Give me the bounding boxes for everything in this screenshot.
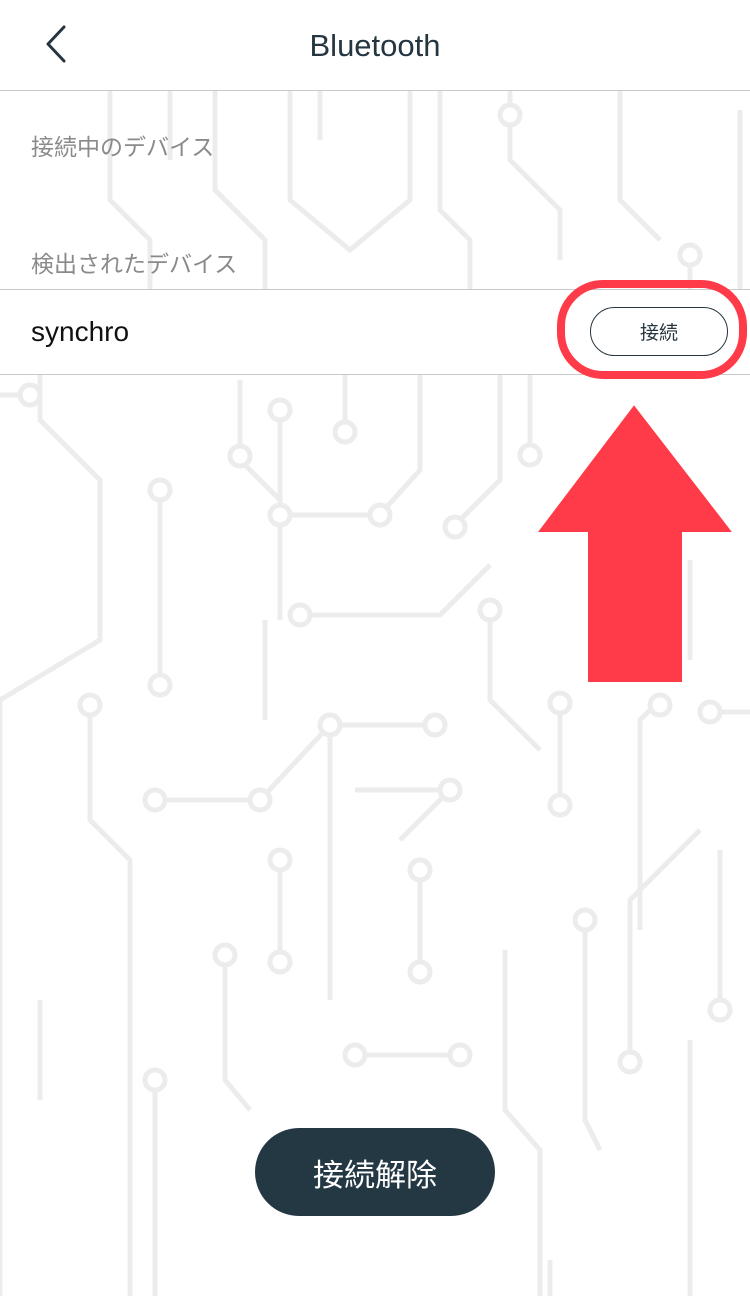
back-button[interactable] bbox=[26, 18, 86, 74]
navigation-bar: Bluetooth bbox=[0, 0, 750, 91]
disconnect-button[interactable]: 接続解除 bbox=[255, 1128, 495, 1216]
device-row: synchro 接続 bbox=[0, 289, 750, 375]
page-title: Bluetooth bbox=[309, 28, 441, 63]
chevron-left-icon bbox=[42, 24, 70, 68]
device-name: synchro bbox=[31, 316, 130, 347]
found-devices-header: 検出されたデバイス bbox=[31, 252, 238, 278]
connected-devices-header: 接続中のデバイス bbox=[31, 135, 215, 161]
circuit-background bbox=[0, 90, 750, 1296]
connect-button[interactable]: 接続 bbox=[590, 307, 728, 356]
